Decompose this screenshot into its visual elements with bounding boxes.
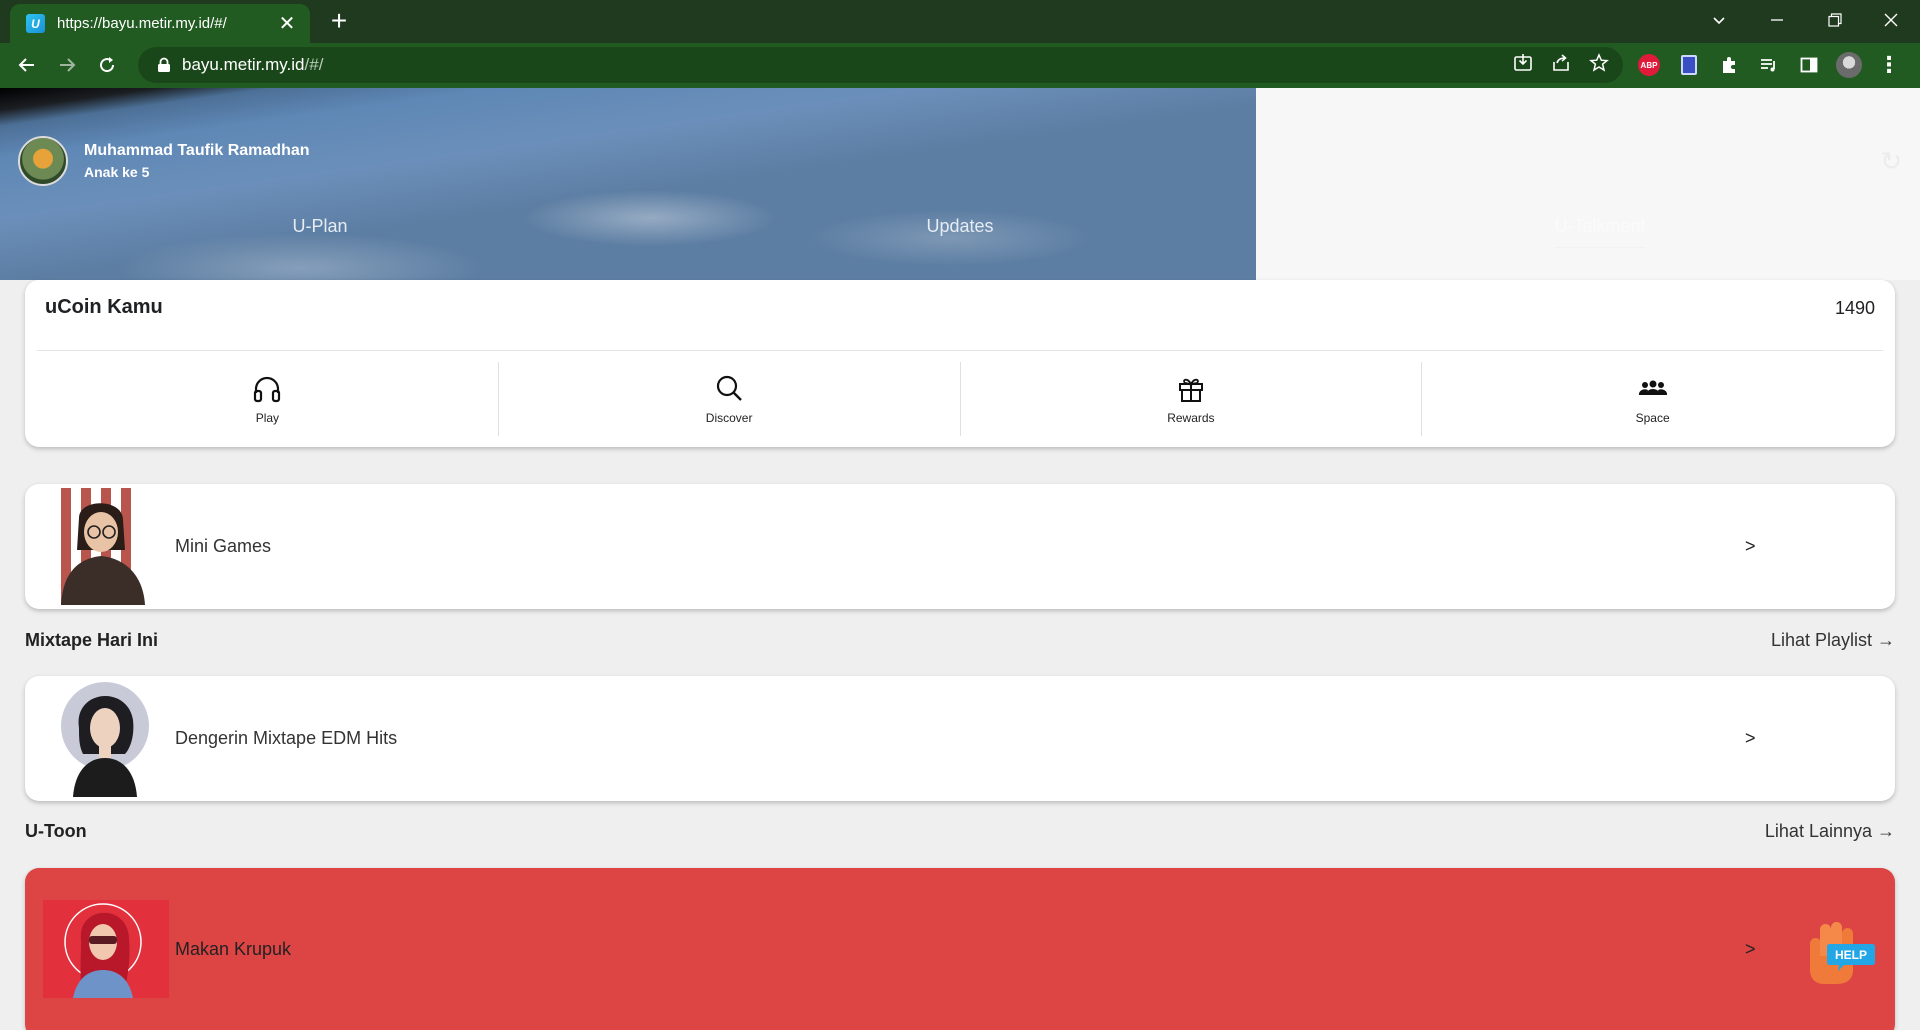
ucoin-balance: 1490 [1834,298,1875,318]
share-icon[interactable] [1551,53,1571,78]
chevron-right-icon[interactable]: > [1745,868,1756,1030]
url-path: /#/ [304,55,324,74]
reader-extension-icon[interactable] [1676,52,1702,78]
see-more-link[interactable]: Lihat Lainnya → [1765,821,1895,842]
mixtape-item-title: Dengerin Mixtape EDM Hits [175,728,398,748]
user-avatar[interactable] [18,136,68,186]
browser-menu-icon[interactable]: ⋮ [1876,52,1902,78]
browser-titlebar: U https://bayu.metir.my.id/#/ ✕ + [0,0,1920,43]
back-icon[interactable] [11,49,43,81]
app-page: ↻ Muhammad Taufik Ramadhan Anak ke 5 U-P… [0,88,1920,1030]
utoon-item-title: Makan Krupuk [175,938,292,959]
headphones-icon [254,376,281,403]
mixtape-section-header: Mixtape Hari Ini Lihat Playlist → [25,625,1895,655]
utoon-card[interactable]: Makan Krupuk > [25,868,1895,1030]
rewards-label: Rewards [1167,411,1215,425]
mini-games-thumbnail [53,488,153,605]
address-bar[interactable]: bayu.metir.my.id/#/ [138,47,1623,83]
tab-search-icon[interactable] [1690,0,1748,40]
play-label: Play [255,411,280,425]
space-label: Space [1635,411,1670,425]
header-blank-area: ↻ [1256,88,1920,280]
close-window-icon[interactable] [1862,0,1920,40]
gift-icon [1178,378,1203,402]
chevron-right-icon[interactable]: > [1745,484,1756,609]
browser-toolbar: bayu.metir.my.id/#/ ABP ⋮ [0,43,1920,88]
divider [37,350,1883,351]
user-subtitle: Anak ke 5 [84,164,150,180]
media-control-icon[interactable] [1756,52,1782,78]
mini-games-title: Mini Games [175,536,272,556]
install-app-icon[interactable] [1513,53,1533,78]
restore-icon[interactable] [1806,0,1864,40]
ucoin-title: uCoin Kamu [45,296,163,318]
tab-close-icon[interactable]: ✕ [276,11,298,36]
space-button[interactable]: Space [1422,362,1883,436]
ucoin-card: uCoin Kamu 1490 Play Discover Rewards Sp… [25,280,1895,447]
tab-u-talkment[interactable]: U-Talkment [1450,216,1750,248]
tab-u-plan[interactable]: U-Plan [170,216,470,237]
refresh-icon[interactable]: ↻ [1880,146,1902,177]
search-icon [717,375,742,401]
forward-icon[interactable] [51,49,83,81]
mixtape-section-title: Mixtape Hari Ini [25,629,159,650]
profile-avatar-icon[interactable] [1836,52,1862,78]
play-button[interactable]: Play [37,362,499,436]
url-text: bayu.metir.my.id/#/ [182,55,323,75]
reload-icon[interactable] [91,49,123,81]
url-host: bayu.metir.my.id [182,55,305,74]
group-icon [1638,380,1667,395]
mixtape-card[interactable]: Dengerin Mixtape EDM Hits > [25,676,1895,801]
extensions-puzzle-icon[interactable] [1716,52,1742,78]
site-favicon-icon: U [26,14,45,33]
adblock-extension-icon[interactable]: ABP [1636,52,1662,78]
user-name: Muhammad Taufik Ramadhan [84,142,310,159]
help-button[interactable]: HELP [1806,920,1876,986]
chevron-right-icon[interactable]: > [1745,676,1756,801]
new-tab-button[interactable]: + [324,7,354,37]
browser-tab[interactable]: U https://bayu.metir.my.id/#/ ✕ [10,4,310,43]
tab-title: https://bayu.metir.my.id/#/ [57,15,227,32]
side-panel-icon[interactable] [1796,52,1822,78]
help-label: HELP [1835,948,1867,962]
mini-games-card[interactable]: Mini Games > [25,484,1895,609]
minimize-icon[interactable] [1748,0,1806,40]
rewards-button[interactable]: Rewards [961,362,1423,436]
discover-label: Discover [705,411,753,425]
utoon-thumbnail [43,900,169,998]
discover-button[interactable]: Discover [499,362,961,436]
tab-u-talkment-label: U-Talkment [1554,216,1646,236]
bookmark-star-icon[interactable] [1589,52,1609,78]
utoon-section-header: U-Toon Lihat Lainnya → [25,816,1895,846]
see-playlist-link[interactable]: Lihat Playlist → [1771,630,1895,651]
user-profile[interactable]: Muhammad Taufik Ramadhan Anak ke 5 [18,136,310,186]
lock-icon[interactable] [152,57,176,73]
tab-updates[interactable]: Updates [810,216,1110,237]
utoon-section-title: U-Toon [25,820,87,841]
mixtape-thumbnail [61,682,149,797]
